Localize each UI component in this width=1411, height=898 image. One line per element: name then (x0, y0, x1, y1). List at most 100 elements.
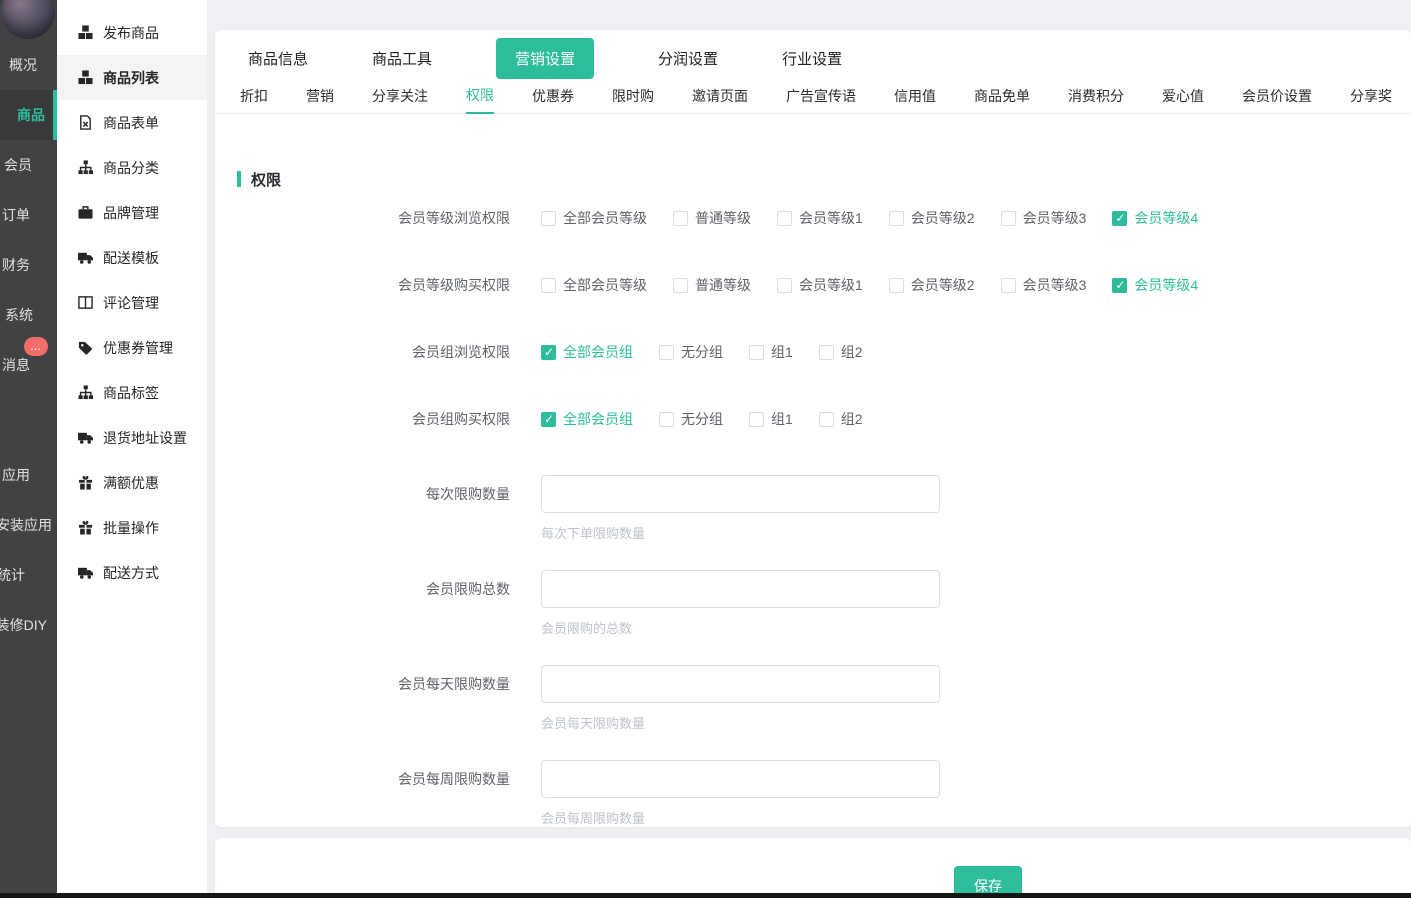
checkbox-组1[interactable]: 组1 (749, 342, 793, 362)
checkbox-组2[interactable]: 组2 (819, 342, 863, 362)
rail-item-1[interactable]: 概况 (0, 40, 57, 90)
gift-icon (77, 475, 93, 491)
sidebar-item-12[interactable]: 批量操作 (57, 505, 207, 550)
subtab-优惠券[interactable]: 优惠券 (532, 78, 574, 113)
tab-行业设置[interactable]: 行业设置 (782, 38, 842, 79)
tag-icon (77, 340, 93, 356)
checkbox-会员等级4[interactable]: 会员等级4 (1112, 275, 1198, 295)
sidebar-item-2[interactable]: 商品列表 (57, 55, 207, 100)
main-panel: 商品信息 商品工具 营销设置 分润设置 行业设置 折扣 营销 分享关注 权限 优惠券 限时购 邀请页… (215, 30, 1411, 827)
footer-bar: 保存 (215, 838, 1411, 898)
form-row-label: 会员组浏览权限 (237, 341, 510, 363)
subtab-爱心值[interactable]: 爱心值 (1162, 78, 1204, 113)
subtab-分享奖[interactable]: 分享奖 (1350, 78, 1392, 113)
rail-item-8[interactable]: 应用 (0, 450, 57, 500)
sidebar-item-9[interactable]: 商品标签 (57, 370, 207, 415)
checkbox-label: 会员等级1 (799, 275, 863, 295)
rail-item-11[interactable]: 装修DIY (0, 600, 57, 650)
rail-item-9[interactable]: 安装应用 (0, 500, 57, 550)
input-field-wrap: 会员每周限购数量 (541, 760, 940, 826)
checkbox-组2[interactable]: 组2 (819, 409, 863, 429)
checkbox-box (819, 345, 834, 360)
checkbox-普通等级[interactable]: 普通等级 (673, 275, 751, 295)
subtab-营销[interactable]: 营销 (306, 78, 334, 113)
tab-商品信息[interactable]: 商品信息 (248, 38, 308, 79)
checkbox-box (889, 278, 904, 293)
checkbox-label: 会员等级4 (1134, 208, 1198, 228)
rail-item-label: 财务 (2, 255, 30, 275)
sidebar-item-5[interactable]: 品牌管理 (57, 190, 207, 235)
tab-商品工具[interactable]: 商品工具 (372, 38, 432, 79)
checkbox-全部会员等级[interactable]: 全部会员等级 (541, 208, 647, 228)
rail-item-3[interactable]: 会员 (0, 140, 57, 190)
rail-item-2[interactable]: 商品 (0, 90, 57, 140)
checkbox-label: 全部会员等级 (563, 275, 647, 295)
checkbox-box (1001, 278, 1016, 293)
checkbox-全部会员组[interactable]: 全部会员组 (541, 409, 633, 429)
sidebar-item-8[interactable]: 优惠券管理 (57, 325, 207, 370)
section-accent-bar (237, 171, 241, 187)
subtab-邀请页面[interactable]: 邀请页面 (692, 78, 748, 113)
checkbox-会员等级2[interactable]: 会员等级2 (889, 208, 975, 228)
checkbox-label: 会员等级1 (799, 208, 863, 228)
subtab-会员价设置[interactable]: 会员价设置 (1242, 78, 1312, 113)
checkbox-会员等级1[interactable]: 会员等级1 (777, 275, 863, 295)
tab-分润设置[interactable]: 分润设置 (658, 38, 718, 79)
subtab-分享关注[interactable]: 分享关注 (372, 78, 428, 113)
rail-item-10[interactable]: 统计 (0, 550, 57, 600)
sidebar-item-label: 优惠券管理 (103, 338, 173, 358)
checkbox-普通等级[interactable]: 普通等级 (673, 208, 751, 228)
subtab-权限[interactable]: 权限 (466, 79, 494, 114)
sidebar-item-13[interactable]: 配送方式 (57, 550, 207, 595)
会员每天限购数量-input[interactable] (541, 665, 940, 703)
bottom-edge-strip (0, 893, 1411, 898)
rail-item-7[interactable]: 消息... (0, 340, 57, 390)
sidebar-item-6[interactable]: 配送模板 (57, 235, 207, 280)
subtab-商品免单[interactable]: 商品免单 (974, 78, 1030, 113)
checkbox-会员等级4[interactable]: 会员等级4 (1112, 208, 1198, 228)
checkbox-无分组[interactable]: 无分组 (659, 342, 723, 362)
subtab-折扣[interactable]: 折扣 (240, 78, 268, 113)
subtab-广告宣传语[interactable]: 广告宣传语 (786, 78, 856, 113)
sidebar-item-10[interactable]: 退货地址设置 (57, 415, 207, 460)
checkbox-会员等级1[interactable]: 会员等级1 (777, 208, 863, 228)
form-row-label: 会员每天限购数量 (237, 665, 510, 731)
sidebar-item-label: 配送模板 (103, 248, 159, 268)
checkbox-全部会员等级[interactable]: 全部会员等级 (541, 275, 647, 295)
sidebar-item-1[interactable]: 发布商品 (57, 10, 207, 55)
form-row-label: 会员每周限购数量 (237, 760, 510, 826)
checkbox-box (673, 211, 688, 226)
columns-icon (77, 295, 93, 311)
checkbox-无分组[interactable]: 无分组 (659, 409, 723, 429)
每次限购数量-input[interactable] (541, 475, 940, 513)
checkbox-label: 组2 (841, 409, 863, 429)
rail-item-label: 概况 (9, 55, 37, 75)
sidebar-item-label: 评论管理 (103, 293, 159, 313)
sidebar-item-11[interactable]: 满额优惠 (57, 460, 207, 505)
subtab-消费积分[interactable]: 消费积分 (1068, 78, 1124, 113)
checkbox-组1[interactable]: 组1 (749, 409, 793, 429)
rail-item-4[interactable]: 订单 (0, 190, 57, 240)
checkbox-全部会员组[interactable]: 全部会员组 (541, 342, 633, 362)
form-row-会员组购买权限: 会员组购买权限 全部会员组 无分组 组1 组2 (237, 408, 1411, 430)
rail-item-6[interactable]: 系统 (0, 290, 57, 340)
tab-营销设置[interactable]: 营销设置 (496, 38, 594, 79)
subtab-限时购[interactable]: 限时购 (612, 78, 654, 113)
rail-item-5[interactable]: 财务 (0, 240, 57, 290)
checkbox-会员等级3[interactable]: 会员等级3 (1001, 275, 1087, 295)
input-helper-text: 会员每周限购数量 (541, 808, 940, 826)
checkbox-会员等级3[interactable]: 会员等级3 (1001, 208, 1087, 228)
sidebar-item-7[interactable]: 评论管理 (57, 280, 207, 325)
user-avatar[interactable] (1, 0, 55, 39)
form-row-label: 会员组购买权限 (237, 408, 510, 430)
checkbox-box (541, 345, 556, 360)
checkbox-label: 普通等级 (695, 208, 751, 228)
会员限购总数-input[interactable] (541, 570, 940, 608)
input-rows: 每次限购数量每次下单限购数量会员限购总数会员限购的总数会员每天限购数量会员每天限… (237, 475, 1411, 826)
checkbox-会员等级2[interactable]: 会员等级2 (889, 275, 975, 295)
会员每周限购数量-input[interactable] (541, 760, 940, 798)
subtab-信用值[interactable]: 信用值 (894, 78, 936, 113)
sidebar-item-3[interactable]: 商品表单 (57, 100, 207, 145)
sidebar-item-4[interactable]: 商品分类 (57, 145, 207, 190)
sidebar-item-label: 退货地址设置 (103, 428, 187, 448)
